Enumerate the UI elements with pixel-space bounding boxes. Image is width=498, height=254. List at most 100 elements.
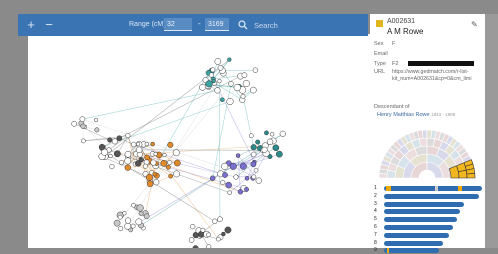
chromosome-bar[interactable] — [384, 225, 453, 230]
graph-node[interactable] — [117, 136, 122, 141]
graph-node[interactable] — [222, 172, 227, 177]
graph-node[interactable] — [190, 224, 195, 229]
chromosome-bar[interactable] — [384, 186, 482, 191]
graph-node[interactable] — [136, 142, 140, 146]
graph-node[interactable] — [99, 144, 105, 150]
network-graph-canvas[interactable] — [28, 34, 370, 248]
range-max-input[interactable]: 3169 — [205, 18, 229, 31]
zoom-out-button[interactable]: − — [42, 17, 56, 33]
shared-segment[interactable] — [386, 186, 391, 191]
chromosome-bar[interactable] — [384, 248, 439, 253]
graph-node[interactable] — [125, 218, 131, 224]
fan-segment[interactable] — [419, 138, 427, 147]
graph-node[interactable] — [143, 164, 147, 168]
graph-node[interactable] — [118, 226, 123, 231]
chromosome-row[interactable]: 7 — [374, 233, 484, 239]
graph-node[interactable] — [244, 187, 248, 191]
graph-node[interactable] — [81, 139, 85, 143]
graph-node[interactable] — [240, 163, 247, 170]
graph-node[interactable] — [217, 217, 222, 222]
graph-node[interactable] — [114, 151, 120, 157]
graph-node[interactable] — [227, 98, 234, 105]
chromosome-bar[interactable] — [384, 233, 449, 238]
graph-node[interactable] — [238, 189, 243, 194]
chromosome-row[interactable]: 8 — [374, 241, 484, 247]
graph-node[interactable] — [136, 147, 142, 153]
graph-node[interactable] — [256, 178, 262, 184]
shared-segment[interactable] — [458, 186, 463, 191]
graph-node[interactable] — [264, 131, 268, 135]
graph-node[interactable] — [254, 168, 258, 172]
graph-node[interactable] — [206, 81, 213, 88]
graph-node[interactable] — [199, 84, 205, 90]
graph-node[interactable] — [125, 151, 131, 157]
graph-node[interactable] — [212, 79, 216, 83]
graph-node[interactable] — [109, 154, 113, 158]
graph-node[interactable] — [216, 237, 220, 241]
graph-node[interactable] — [131, 203, 135, 207]
graph-node[interactable] — [135, 160, 141, 166]
edit-icon[interactable]: ✎ — [471, 20, 478, 29]
graph-node[interactable] — [118, 215, 122, 219]
graph-node[interactable] — [137, 205, 144, 212]
graph-node[interactable] — [215, 58, 221, 64]
graph-node[interactable] — [207, 233, 211, 237]
graph-node[interactable] — [146, 174, 153, 181]
graph-node[interactable] — [145, 155, 150, 160]
graph-node[interactable] — [114, 220, 120, 226]
graph-node[interactable] — [169, 174, 173, 178]
graph-node[interactable] — [80, 117, 85, 122]
fan-segment[interactable] — [467, 173, 475, 178]
chromosome-row[interactable]: 4 — [374, 209, 484, 215]
graph-node[interactable] — [276, 151, 282, 157]
shared-segment[interactable] — [435, 186, 438, 191]
graph-node[interactable] — [144, 214, 149, 219]
graph-node[interactable] — [173, 150, 179, 156]
graph-node[interactable] — [151, 142, 155, 146]
graph-node[interactable] — [262, 147, 268, 153]
graph-node[interactable] — [253, 68, 258, 73]
graph-node[interactable] — [112, 139, 117, 144]
graph-node[interactable] — [249, 134, 253, 138]
graph-node[interactable] — [215, 88, 221, 94]
graph-node[interactable] — [252, 175, 256, 179]
chromosome-row[interactable]: 6 — [374, 225, 484, 231]
graph-node[interactable] — [218, 79, 222, 83]
graph-node[interactable] — [94, 118, 98, 122]
fan-segment[interactable] — [458, 170, 467, 178]
graph-node[interactable] — [95, 128, 99, 132]
chromosome-row[interactable]: 1 — [374, 186, 484, 192]
chromosome-row[interactable]: 9 — [374, 248, 484, 254]
graph-node[interactable] — [243, 80, 250, 87]
graph-node[interactable] — [147, 181, 153, 187]
graph-node[interactable] — [72, 121, 77, 126]
chromosome-bar[interactable] — [384, 209, 460, 214]
graph-node[interactable] — [220, 98, 224, 102]
fan-segment[interactable] — [422, 130, 427, 138]
chromosome-row[interactable]: 5 — [374, 217, 484, 223]
chromosome-bar[interactable] — [384, 202, 464, 207]
graph-node[interactable] — [255, 140, 259, 144]
graph-node[interactable] — [234, 175, 239, 180]
graph-node[interactable] — [280, 131, 286, 137]
graph-node[interactable] — [250, 87, 256, 93]
graph-node[interactable] — [226, 182, 232, 188]
chromosome-bar[interactable] — [384, 194, 479, 199]
graph-node[interactable] — [270, 132, 274, 136]
zoom-in-button[interactable]: + — [24, 17, 38, 33]
graph-node[interactable] — [119, 160, 124, 165]
graph-node[interactable] — [136, 219, 142, 225]
graph-node[interactable] — [139, 211, 143, 215]
graph-node[interactable] — [236, 154, 240, 158]
graph-node[interactable] — [251, 152, 256, 157]
graph-node[interactable] — [145, 142, 149, 146]
graph-node[interactable] — [273, 145, 279, 151]
graph-node[interactable] — [161, 160, 167, 166]
graph-node[interactable] — [242, 73, 247, 78]
graph-node[interactable] — [168, 142, 174, 148]
graph-node[interactable] — [267, 139, 273, 145]
graph-node[interactable] — [125, 158, 131, 164]
graph-node[interactable] — [107, 138, 112, 143]
graph-node[interactable] — [206, 244, 211, 248]
chromosome-bar[interactable] — [384, 217, 457, 222]
